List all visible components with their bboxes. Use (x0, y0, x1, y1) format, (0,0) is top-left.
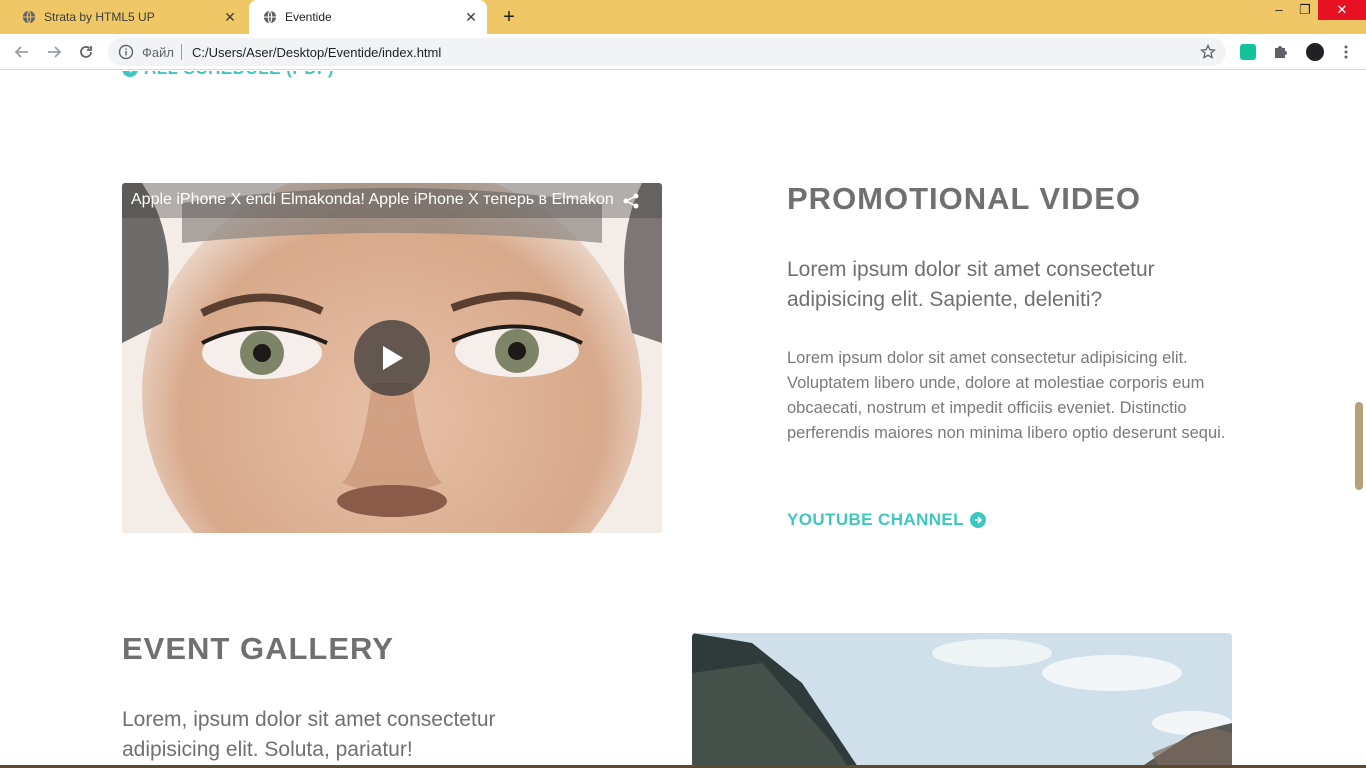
tab-strata[interactable]: Strata by HTML5 UP ✕ (8, 0, 246, 34)
address-bar[interactable]: Файл C:/Users/Aser/Desktop/Eventide/inde… (108, 38, 1226, 66)
close-tab-icon[interactable]: ✕ (463, 9, 479, 25)
arrow-left-icon (14, 46, 28, 58)
grammar-extension-icon[interactable] (1240, 44, 1256, 60)
arrow-circle-icon (122, 71, 138, 77)
forward-button[interactable] (42, 40, 66, 64)
arrow-circle-icon (969, 512, 986, 528)
gallery-title: EVENT GALLERY (122, 631, 394, 666)
tab-title: Strata by HTML5 UP (44, 10, 155, 24)
youtube-channel-label: YOUTUBE CHANNEL (787, 510, 964, 529)
gallery-subtitle: Lorem, ipsum dolor sit amet consectetur … (122, 708, 496, 761)
reload-icon (80, 46, 92, 58)
globe-icon (263, 10, 277, 24)
play-button[interactable] (354, 320, 430, 396)
promo-title: PROMOTIONAL VIDEO (787, 181, 1142, 216)
url-text[interactable]: C:/Users/Aser/Desktop/Eventide/index.htm… (192, 45, 441, 60)
arrow-right-icon (48, 46, 62, 58)
tab-eventide[interactable]: Eventide ✕ (249, 0, 487, 34)
info-icon[interactable] (118, 44, 134, 60)
maximize-button[interactable]: ❐ (1290, 0, 1320, 20)
youtube-channel-link[interactable]: YOUTUBE CHANNEL (787, 510, 986, 530)
play-icon (383, 346, 403, 370)
promo-subtitle: Lorem ipsum dolor sit amet consectetur a… (787, 258, 1155, 311)
video-title[interactable]: Apple iPhone X endi Elmakonda! Apple iPh… (131, 191, 614, 209)
promo-body: Lorem ipsum dolor sit amet consectetur a… (787, 349, 1226, 442)
browser-toolbar: Файл C:/Users/Aser/Desktop/Eventide/inde… (0, 34, 1366, 70)
new-tab-button[interactable]: + (497, 6, 521, 28)
divider (181, 44, 182, 60)
reload-button[interactable] (74, 40, 98, 64)
close-tab-icon[interactable]: ✕ (222, 9, 238, 25)
profile-avatar[interactable] (1306, 43, 1324, 61)
tab-strip: Strata by HTML5 UP ✕ Eventide ✕ + – ❐ ✕ (0, 0, 1366, 34)
back-button[interactable] (10, 40, 34, 64)
gallery-image (692, 633, 1232, 768)
page-content: ALL SCHEDULE (PDF) (0, 71, 1366, 768)
share-icon[interactable] (622, 192, 640, 210)
scheme-label: Файл (142, 45, 174, 60)
extensions-puzzle-icon[interactable] (1272, 44, 1288, 60)
all-schedule-label: ALL SCHEDULE (PDF) (144, 71, 334, 79)
more-menu-icon[interactable] (1338, 44, 1354, 60)
video-player[interactable]: Apple iPhone X endi Elmakonda! Apple iPh… (122, 183, 662, 533)
close-window-button[interactable]: ✕ (1318, 0, 1366, 20)
globe-icon (22, 10, 36, 24)
video-title-bar: Apple iPhone X endi Elmakonda! Apple iPh… (122, 183, 662, 218)
tab-title: Eventide (285, 10, 332, 24)
bookmark-star-icon[interactable] (1200, 44, 1216, 60)
scrollbar-thumb[interactable] (1355, 402, 1363, 490)
all-schedule-link[interactable]: ALL SCHEDULE (PDF) (122, 71, 334, 79)
